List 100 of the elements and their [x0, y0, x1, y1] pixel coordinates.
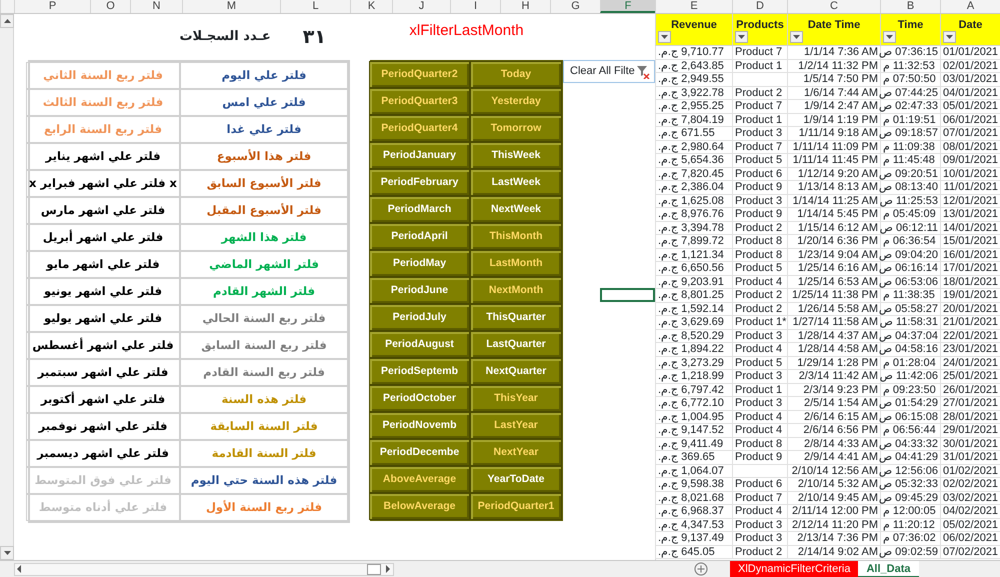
table-cell: 3,273.29 ج.م.: [655, 356, 732, 370]
column-header[interactable]: N: [130, 0, 182, 13]
filter-button[interactable]: NextWeek: [470, 196, 562, 223]
add-sheet-icon[interactable]: [694, 562, 708, 576]
table-cell: 2/8/14 4:33 AM: [787, 438, 880, 451]
table-cell: 2,386.04 ج.م.: [655, 181, 732, 194]
filter-button[interactable]: Yesterday: [470, 88, 562, 115]
column-header[interactable]: H: [500, 0, 550, 13]
table-cell: 03/01/2021: [940, 73, 1000, 86]
column-header[interactable]: L: [280, 0, 350, 13]
table-cell: 05/01/2021: [940, 100, 1000, 114]
dropdown-arrow-icon: [738, 35, 745, 39]
table-cell: 1/20/14 6:36 PM: [787, 235, 880, 248]
filter-button[interactable]: PeriodFebruary: [369, 169, 470, 196]
filter-button[interactable]: PeriodJuly: [369, 304, 470, 331]
table-cell: Product 3: [732, 532, 787, 546]
filter-button[interactable]: BelowAverage: [369, 493, 470, 520]
table-cell: 01:28:04 م: [880, 356, 940, 370]
table-cell: 1/9/14 1:19 PM: [787, 114, 880, 127]
scroll-down-button[interactable]: [0, 546, 14, 560]
filter-button[interactable]: PeriodOctober: [369, 385, 470, 412]
vertical-scrollbar[interactable]: [0, 14, 14, 560]
column-header[interactable]: I: [450, 0, 500, 13]
table-cell: 9,147.52 ج.م.: [655, 424, 732, 438]
table-cell: 6,772.10 ج.م.: [655, 397, 732, 410]
table-cell: 12:56:06 ص: [880, 464, 940, 478]
table-cell: Product 5: [732, 262, 787, 276]
filter-label: فلتر السنة السابقة: [210, 418, 318, 435]
table-cell: 671.55 ج.م.: [655, 127, 732, 140]
filter-button[interactable]: PeriodQuarter3: [369, 88, 470, 115]
column-title: Date: [958, 19, 982, 31]
table-cell: 09:23:50 م: [880, 384, 940, 397]
filter-label: فلتر علي اشهر يناير: [45, 148, 161, 165]
filter-button[interactable]: PeriodDecembe: [369, 439, 470, 466]
column-header[interactable]: A: [940, 0, 1000, 13]
column-header[interactable]: G: [550, 0, 600, 13]
clear-filters-button[interactable]: Clear All Filte: [563, 60, 655, 83]
filter-label: فلتر الشهر القادم: [213, 282, 315, 300]
table-cell: 1/23/14 9:04 AM: [787, 248, 880, 262]
table-cell: 2,955.25 ج.م.: [655, 100, 732, 114]
filter-button[interactable]: PeriodJanuary: [369, 142, 470, 169]
record-count-label: عـدد السجـلات: [179, 28, 271, 46]
filter-button[interactable]: LastWeek: [470, 169, 562, 196]
selected-cell[interactable]: [600, 288, 655, 302]
table-cell: 2/10/14 12:56 AM: [787, 464, 880, 478]
filter-dropdown[interactable]: [735, 31, 748, 43]
horizontal-scrollbar[interactable]: [14, 562, 394, 576]
filter-button[interactable]: ThisWeek: [470, 142, 562, 169]
column-header[interactable]: K: [350, 0, 392, 13]
filter-button[interactable]: ThisMonth: [470, 223, 562, 250]
column-header[interactable]: P: [14, 0, 90, 13]
filter-button[interactable]: LastYear: [470, 412, 562, 439]
filter-button[interactable]: PeriodAugust: [369, 331, 470, 358]
filter-button[interactable]: ThisYear: [470, 385, 562, 412]
table-cell: 1,218.99 ج.م.: [655, 370, 732, 384]
filter-button[interactable]: NextMonth: [470, 277, 562, 304]
column-header[interactable]: F: [600, 0, 655, 13]
filter-button[interactable]: PeriodNovemb: [369, 412, 470, 439]
filter-label: فلتر علي اشهر يوليو: [44, 310, 162, 327]
filter-button[interactable]: Today: [470, 61, 562, 88]
filter-label: فلتر علي اشهر أغسطس: [32, 336, 174, 354]
filter-button[interactable]: LastMonth: [470, 250, 562, 277]
scroll-thumb[interactable]: [367, 564, 381, 574]
right-arrow-icon[interactable]: [383, 565, 393, 573]
filter-label: فلتر علي اشهر أكتوبر: [40, 390, 166, 408]
column-header[interactable]: B: [880, 0, 940, 13]
table-cell: 1/12/14 9:20 AM: [787, 168, 880, 181]
table-cell: 1/25/14 6:16 AM: [787, 262, 880, 276]
filter-button[interactable]: NextQuarter: [470, 358, 562, 385]
filter-button[interactable]: Tomorrow: [470, 115, 562, 142]
filter-button[interactable]: PeriodMay: [369, 250, 470, 277]
filter-button[interactable]: PeriodQuarter4: [369, 115, 470, 142]
filter-dropdown[interactable]: [658, 31, 671, 43]
filter-dropdown[interactable]: [883, 31, 896, 43]
filter-dropdown[interactable]: [790, 31, 803, 43]
table-cell: 2/3/14 9:23 PM: [787, 384, 880, 397]
column-header[interactable]: D: [732, 0, 787, 13]
filter-button[interactable]: LastQuarter: [470, 331, 562, 358]
filter-button[interactable]: PeriodApril: [369, 223, 470, 250]
filter-button[interactable]: ThisQuarter: [470, 304, 562, 331]
filter-button[interactable]: YearToDate: [470, 466, 562, 493]
dropdown-arrow-icon: [661, 35, 668, 39]
column-header[interactable]: J: [392, 0, 450, 13]
table-cell: 26/01/2021: [940, 384, 1000, 397]
filter-button[interactable]: PeriodQuarter1: [470, 493, 562, 520]
filter-button[interactable]: PeriodMarch: [369, 196, 470, 223]
filter-button[interactable]: AboveAverage: [369, 466, 470, 493]
sheet-tab[interactable]: All_Data: [858, 560, 918, 577]
table-cell: 01/01/2021: [940, 46, 1000, 60]
filter-button[interactable]: NextYear: [470, 439, 562, 466]
filter-button[interactable]: PeriodQuarter2: [369, 61, 470, 88]
scroll-up-button[interactable]: [0, 14, 14, 28]
column-header[interactable]: O: [90, 0, 130, 13]
filter-label: فلتر الأسبوع المقبل: [206, 202, 322, 219]
filter-button[interactable]: PeriodSeptemb: [369, 358, 470, 385]
column-header[interactable]: M: [182, 0, 280, 13]
sheet-tab[interactable]: XlDynamicFilterCriteria: [730, 560, 858, 577]
column-header[interactable]: C: [787, 0, 880, 13]
filter-dropdown[interactable]: [943, 31, 956, 43]
filter-button[interactable]: PeriodJune: [369, 277, 470, 304]
